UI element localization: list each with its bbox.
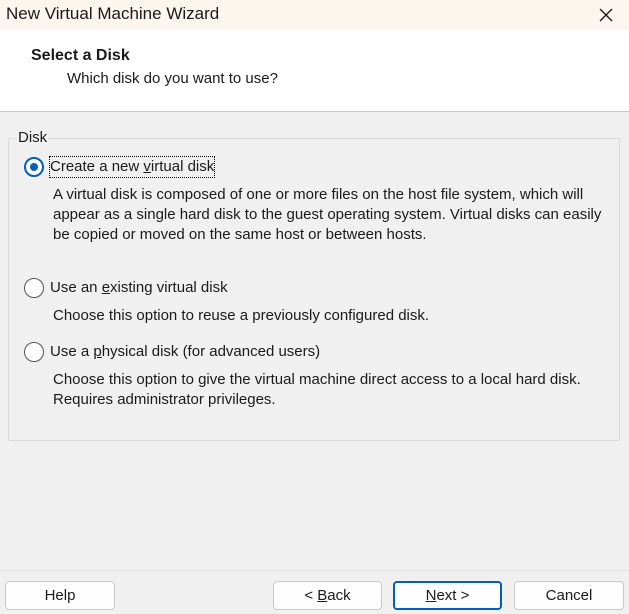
back-button[interactable]: < Back xyxy=(273,581,382,610)
option-description-physical: Choose this option to give the virtual m… xyxy=(53,371,581,408)
option-label-existing[interactable]: Use an existing virtual disk xyxy=(50,278,228,298)
page-title: Select a Disk xyxy=(31,47,130,64)
page-subtitle: Which disk do you want to use? xyxy=(67,70,278,87)
option-label-create[interactable]: Create a new virtual disk xyxy=(48,156,216,178)
radio-use-existing-disk[interactable]: Use an existing virtual disk xyxy=(24,278,228,298)
radio-button[interactable] xyxy=(24,342,44,362)
option-description-create: A virtual disk is composed of one or mor… xyxy=(53,186,602,243)
next-button[interactable]: Next > xyxy=(393,581,502,610)
title-bar: New Virtual Machine Wizard xyxy=(0,0,629,30)
radio-dot xyxy=(30,163,38,171)
close-button[interactable] xyxy=(583,0,629,30)
radio-use-physical-disk[interactable]: Use a physical disk (for advanced users) xyxy=(24,342,320,362)
window-title: New Virtual Machine Wizard xyxy=(6,4,220,23)
footer-divider xyxy=(0,570,629,571)
cancel-button[interactable]: Cancel xyxy=(514,581,624,610)
radio-button-checked[interactable] xyxy=(24,157,44,177)
radio-button[interactable] xyxy=(24,278,44,298)
option-label-physical[interactable]: Use a physical disk (for advanced users) xyxy=(50,342,320,362)
option-description-existing: Choose this option to reuse a previously… xyxy=(53,307,430,324)
radio-create-new-disk[interactable]: Create a new virtual disk xyxy=(24,156,216,178)
close-icon xyxy=(599,8,613,22)
group-label: Disk xyxy=(17,129,49,146)
wizard-header: Select a Disk Which disk do you want to … xyxy=(0,30,629,112)
help-button[interactable]: Help xyxy=(5,581,115,610)
